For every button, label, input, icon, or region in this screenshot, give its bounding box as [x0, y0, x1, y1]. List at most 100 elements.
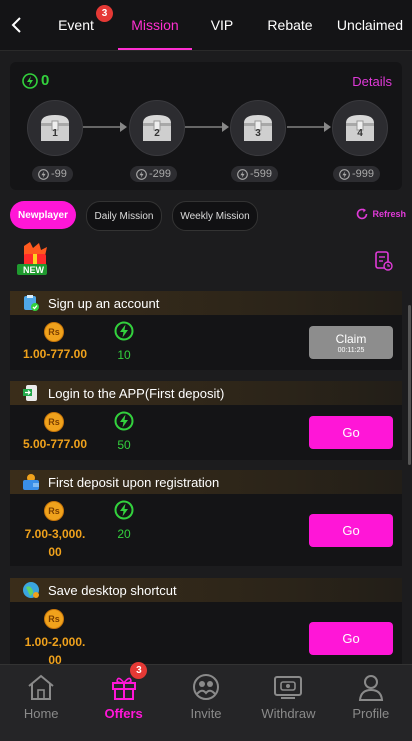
- bolt-icon: [114, 321, 134, 341]
- nav-home[interactable]: Home: [0, 665, 82, 741]
- reward-points: 20: [117, 527, 131, 541]
- reward-amount-line: 00: [48, 545, 62, 559]
- tab-unclaimed[interactable]: Unclaimed: [328, 0, 412, 50]
- bolt-icon: [22, 72, 38, 89]
- home-icon: [28, 674, 54, 700]
- tab-label: VIP: [210, 17, 234, 33]
- chest-progress-card: 0 Details 1 2 3 4 -99 -299 -599 -999: [10, 62, 402, 190]
- chest-3[interactable]: 3: [230, 100, 286, 156]
- bolt-icon: [114, 500, 134, 520]
- withdraw-icon: [274, 676, 303, 699]
- points-value: 0: [41, 72, 50, 89]
- nav-label: Withdraw: [261, 706, 316, 721]
- mission-record-icon[interactable]: [374, 250, 394, 277]
- chevron-left-icon: [11, 17, 21, 33]
- nav-label: Profile: [352, 706, 390, 721]
- clipboard-icon: [24, 295, 39, 311]
- refresh-button[interactable]: Refresh: [355, 207, 406, 221]
- bolt-icon: [114, 411, 134, 431]
- chest-cost-value: -99: [51, 168, 67, 180]
- nav-label: Offers: [104, 706, 143, 721]
- reward-amount: 1.00-777.00: [22, 347, 88, 361]
- chest-cost-value: -999: [352, 168, 375, 180]
- task-header: Login to the APP(First deposit): [10, 381, 402, 405]
- go-button[interactable]: Go: [309, 514, 393, 547]
- reward-amount: 5.00-777.00: [22, 437, 88, 451]
- chest-cost: -999: [333, 166, 381, 182]
- chest-number: 4: [357, 128, 363, 139]
- filter-daily-mission[interactable]: Daily Mission: [86, 201, 162, 231]
- rupee-coin-icon: Rs: [44, 412, 64, 432]
- new-label: NEW: [23, 265, 44, 275]
- bolt-icon: [339, 168, 350, 180]
- task-header: First deposit upon registration: [10, 470, 402, 494]
- refresh-label: Refresh: [372, 209, 406, 219]
- arrow-connector: [287, 122, 331, 132]
- wallet-icon: [23, 474, 39, 490]
- chest-cost-value: -299: [149, 168, 172, 180]
- reward-amount: 7.00-3,000. 00: [16, 525, 94, 561]
- bolt-icon: [136, 168, 147, 180]
- task-title: Sign up an account: [48, 295, 160, 311]
- reward-amount-line: 7.00-3,000.: [24, 527, 86, 541]
- chest-2[interactable]: 2: [129, 100, 185, 156]
- offers-badge: 3: [130, 662, 148, 679]
- task-card: Rs 5.00-777.00 50 Go: [10, 405, 402, 460]
- rupee-coin-icon: Rs: [44, 322, 64, 342]
- rupee-coin-icon: Rs: [44, 609, 64, 629]
- chest-cost: -299: [130, 166, 178, 182]
- task-title: Login to the APP(First deposit): [48, 385, 225, 401]
- reward-amount-line: 1.00-2,000.: [24, 635, 86, 649]
- tab-label: Unclaimed: [336, 17, 404, 33]
- task-title: Save desktop shortcut: [48, 582, 177, 598]
- chest-cost-value: -599: [250, 168, 273, 180]
- filter-newplayer[interactable]: Newplayer: [10, 201, 76, 229]
- reward-points: 50: [117, 438, 131, 452]
- event-badge: 3: [96, 5, 113, 22]
- task-title: First deposit upon registration: [48, 474, 220, 490]
- tab-event[interactable]: Event 3: [34, 0, 118, 50]
- tab-mission[interactable]: Mission: [118, 0, 192, 50]
- chest-number: 3: [255, 128, 261, 139]
- points-counter: 0: [22, 72, 49, 89]
- chest-cost: -599: [231, 166, 279, 182]
- nav-invite[interactable]: Invite: [165, 665, 247, 741]
- rupee-coin-icon: Rs: [44, 501, 64, 521]
- chest-number: 1: [52, 128, 58, 139]
- task-header: Sign up an account: [10, 291, 402, 315]
- arrow-connector: [83, 122, 127, 132]
- tab-vip[interactable]: VIP: [192, 0, 252, 50]
- top-tab-bar: Event 3 Mission VIP Rebate Unclaimed: [0, 0, 412, 51]
- chest-4[interactable]: 4: [332, 100, 388, 156]
- claim-timer: 00:11:25: [337, 346, 365, 354]
- go-button[interactable]: Go: [309, 622, 393, 655]
- tab-rebate[interactable]: Rebate: [252, 0, 328, 50]
- nav-offers[interactable]: Offers 3: [82, 662, 164, 741]
- nav-label: Home: [23, 706, 59, 721]
- tab-label: Event: [58, 17, 94, 33]
- arrow-connector: [185, 122, 229, 132]
- go-button[interactable]: Go: [309, 416, 393, 449]
- task-header: Save desktop shortcut: [10, 578, 402, 602]
- scrollbar[interactable]: [408, 305, 411, 465]
- chest-1[interactable]: 1: [27, 100, 83, 156]
- task-card: Rs 1.00-2,000. 00 Go: [10, 602, 402, 667]
- refresh-icon: [357, 208, 368, 220]
- filter-weekly-mission[interactable]: Weekly Mission: [172, 201, 258, 231]
- chest-cost: -99: [32, 166, 73, 182]
- task-card: Rs 7.00-3,000. 00 20 Go: [10, 494, 402, 566]
- new-player-icon: NEW: [14, 240, 56, 280]
- claim-button[interactable]: Claim 00:11:25: [309, 326, 393, 359]
- chest-number: 2: [154, 128, 160, 139]
- reward-points: 10: [117, 348, 131, 362]
- tab-label: Rebate: [267, 17, 313, 33]
- task-card: Rs 1.00-777.00 10 Claim 00:11:25: [10, 315, 402, 370]
- nav-profile[interactable]: Profile: [330, 665, 412, 741]
- details-link[interactable]: Details: [352, 74, 392, 89]
- bolt-icon: [38, 168, 49, 180]
- claim-label: Claim: [335, 331, 367, 346]
- back-button[interactable]: [0, 0, 34, 50]
- nav-withdraw[interactable]: Withdraw: [247, 665, 329, 741]
- app-download-icon: [23, 385, 37, 401]
- nav-label: Invite: [190, 706, 222, 721]
